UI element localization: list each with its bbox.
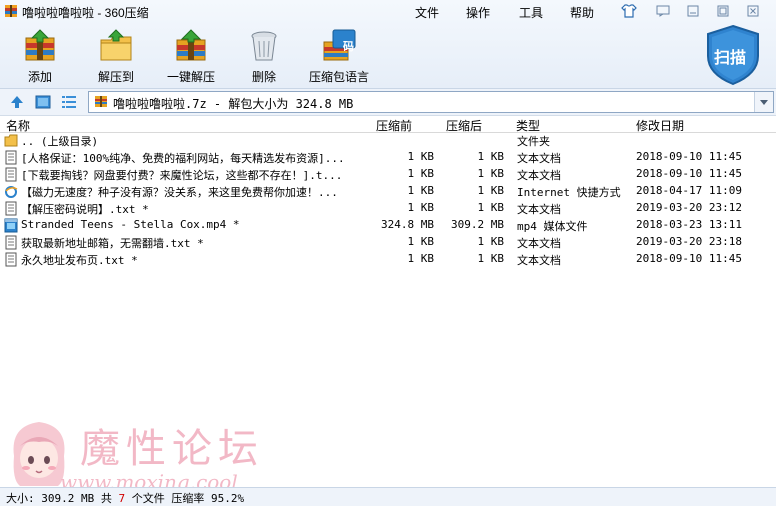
top-band: 噜啦啦噜啦啦 - 360压缩 文件 操作 工具 帮助 添加 解压到 一键解压 删… [0, 0, 776, 89]
scan-button[interactable]: 扫描 [704, 24, 762, 86]
chevron-down-icon [760, 100, 768, 105]
text-file-icon [5, 201, 17, 216]
feedback-icon[interactable] [655, 3, 671, 19]
watermark: 魔性论坛 www.moxing.cool [0, 410, 300, 496]
status-text: 大小: 309.2 MB 共 7 个文件 压缩率 95.2% [6, 490, 244, 506]
details-view-icon[interactable] [61, 94, 77, 110]
list-item[interactable]: 获取最新地址邮箱，无需翻墙.txt * 1 KB 1 KB 文本文档 2019-… [0, 234, 776, 251]
list-item[interactable]: [人格保证：100%纯净、免费的福利网站，每天精选发布资源]... 1 KB 1… [0, 149, 776, 166]
text-file-icon [5, 167, 17, 182]
list-item[interactable]: Stranded Teens - Stella Cox.mp4 * 324.8 … [0, 217, 776, 234]
menu-operation[interactable]: 操作 [466, 4, 490, 21]
address-path: 噜啦啦噜啦啦.7z - 解包大小为 324.8 MB [113, 97, 354, 111]
menu-file[interactable]: 文件 [415, 4, 439, 21]
one-click-extract-icon [176, 29, 206, 61]
list-item[interactable]: 永久地址发布页.txt * 1 KB 1 KB 文本文档 2018-09-10 … [0, 251, 776, 268]
address-bar-row: 噜啦啦噜啦啦.7z - 解包大小为 324.8 MB [0, 89, 776, 116]
delete-button[interactable]: 删除 [240, 28, 288, 84]
window-title: 噜啦啦噜啦啦 - 360压缩 [22, 6, 149, 20]
skin-icon[interactable] [621, 3, 637, 19]
menu-help[interactable]: 帮助 [570, 4, 594, 21]
archive-language-button[interactable]: 码 压缩包语言 [306, 28, 372, 84]
address-field[interactable]: 噜啦啦噜啦啦.7z - 解包大小为 324.8 MB [88, 91, 774, 113]
trash-icon [251, 31, 277, 61]
title-bar: 噜啦啦噜啦啦 - 360压缩 文件 操作 工具 帮助 [0, 0, 776, 22]
text-file-icon [5, 150, 17, 165]
internet-shortcut-icon [5, 186, 18, 198]
one-click-extract-label: 一键解压 [166, 70, 215, 84]
file-list-header: 名称 压缩前 压缩后 类型 修改日期 [0, 116, 776, 133]
close-icon[interactable] [745, 3, 761, 19]
archive-icon [95, 96, 107, 107]
delete-label: 删除 [251, 70, 276, 84]
maximize-icon[interactable] [715, 3, 731, 19]
menu-tools[interactable]: 工具 [519, 4, 543, 21]
minimize-icon[interactable] [685, 3, 701, 19]
extract-folder-icon [100, 29, 132, 61]
list-item[interactable]: 【磁力无速度？种子没有源？没关系，来这里免费帮你加速！... 1 KB 1 KB… [0, 183, 776, 200]
one-click-extract-button[interactable]: 一键解压 [161, 28, 221, 84]
text-file-icon [5, 252, 17, 267]
archive-app-icon [5, 5, 17, 17]
watermark-title: 魔性论坛 [80, 426, 264, 472]
text-file-icon [5, 235, 17, 250]
large-icons-view-icon[interactable] [35, 94, 51, 110]
add-button[interactable]: 添加 [14, 28, 66, 84]
status-bar: 大小: 309.2 MB 共 7 个文件 压缩率 95.2% [0, 487, 776, 506]
list-item[interactable]: 【解压密码说明】.txt * 1 KB 1 KB 文本文档 2019-03-20… [0, 200, 776, 217]
extract-to-label: 解压到 [97, 70, 134, 84]
extract-to-button[interactable]: 解压到 [90, 28, 142, 84]
status-prefix: 大小: 309.2 MB 共 [6, 492, 119, 505]
scan-label: 扫描 [714, 50, 747, 67]
add-archive-icon [25, 29, 55, 61]
address-dropdown[interactable] [754, 92, 773, 112]
folder-up-icon [4, 134, 18, 147]
archive-language-label: 压缩包语言 [308, 70, 369, 84]
list-item[interactable]: .. (上级目录) 文件夹 [0, 132, 776, 149]
status-suffix: 个文件 压缩率 95.2% [125, 492, 245, 505]
language-badge: 码 [343, 41, 354, 53]
add-label: 添加 [27, 70, 52, 84]
mp4-file-icon [4, 218, 18, 233]
up-arrow-icon[interactable] [9, 94, 25, 110]
list-item[interactable]: [下载要掏钱？网盘要付费？来魔性论坛，这些都不存在！].t... 1 KB 1 … [0, 166, 776, 183]
